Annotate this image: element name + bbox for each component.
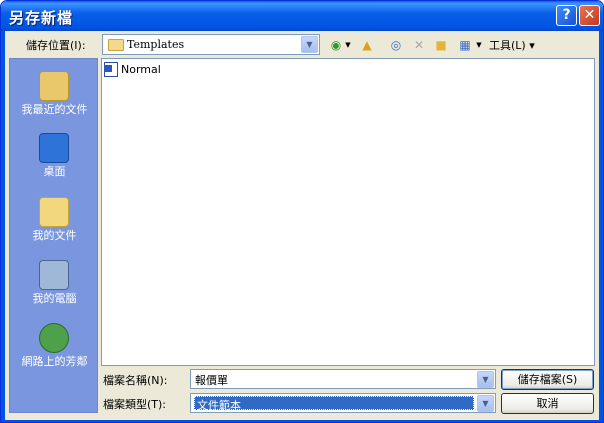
views-icon[interactable]: ▦ bbox=[456, 36, 474, 54]
filename-value: 報價單 bbox=[195, 374, 228, 387]
save-as-dialog: 另存新檔 ? ✕ 儲存位置(I): Templates ▼ ◉ ▼ ▲ ◎ ✕ … bbox=[0, 0, 604, 423]
file-name: Normal bbox=[121, 63, 161, 76]
new-folder-icon[interactable]: ■ bbox=[432, 36, 450, 54]
place-recent[interactable]: 我最近的文件 bbox=[10, 63, 99, 125]
place-network[interactable]: 網路上的芳鄰 bbox=[10, 315, 99, 377]
desktop-icon bbox=[39, 133, 69, 163]
place-my-computer[interactable]: 我的電腦 bbox=[10, 252, 99, 314]
save-button[interactable]: 儲存檔案(S) bbox=[501, 369, 594, 390]
filetype-label: 檔案類型(T): bbox=[103, 398, 167, 411]
place-network-label: 網路上的芳鄰 bbox=[21, 355, 88, 368]
views-dropdown-icon[interactable]: ▼ bbox=[475, 36, 483, 54]
filetype-select[interactable]: 文件範本 ▼ bbox=[190, 393, 496, 413]
delete-icon[interactable]: ✕ bbox=[410, 36, 428, 54]
window-frame-right bbox=[599, 31, 603, 422]
search-web-icon[interactable]: ◎ bbox=[387, 36, 405, 54]
places-bar: 我最近的文件 桌面 我的文件 我的電腦 網路上的芳鄰 bbox=[9, 58, 98, 413]
save-in-combo[interactable]: Templates ▼ bbox=[102, 34, 320, 55]
back-icon[interactable]: ◉ bbox=[327, 36, 345, 54]
word-document-icon bbox=[104, 62, 118, 77]
my-documents-icon bbox=[39, 197, 69, 227]
tools-menu[interactable]: 工具(L) ▾ bbox=[489, 37, 535, 53]
chevron-down-icon[interactable]: ▼ bbox=[477, 395, 494, 412]
tools-label: 工具(L) bbox=[489, 39, 526, 52]
place-desktop-label: 桌面 bbox=[43, 165, 66, 178]
save-in-label: 儲存位置(I): bbox=[26, 39, 86, 52]
folder-icon bbox=[108, 39, 124, 51]
place-recent-label: 我最近的文件 bbox=[21, 103, 88, 116]
place-my-documents[interactable]: 我的文件 bbox=[10, 189, 99, 251]
title-bar[interactable]: 另存新檔 ? ✕ bbox=[1, 1, 603, 31]
window-frame-left bbox=[1, 31, 5, 422]
chevron-down-icon[interactable]: ▼ bbox=[477, 371, 494, 388]
chevron-down-icon[interactable]: ▼ bbox=[301, 36, 318, 53]
place-desktop[interactable]: 桌面 bbox=[10, 125, 99, 187]
filename-label: 檔案名稱(N): bbox=[103, 374, 168, 387]
close-button[interactable]: ✕ bbox=[579, 5, 600, 26]
network-places-icon bbox=[39, 323, 69, 353]
file-list[interactable]: Normal bbox=[101, 58, 595, 366]
place-my-documents-label: 我的文件 bbox=[32, 229, 77, 242]
filename-field[interactable]: 報價單 ▼ bbox=[190, 369, 496, 389]
back-dropdown-icon[interactable]: ▼ bbox=[344, 36, 352, 54]
window-title: 另存新檔 bbox=[9, 9, 74, 27]
cancel-button[interactable]: 取消 bbox=[501, 393, 594, 414]
recent-documents-icon bbox=[39, 71, 69, 101]
help-button[interactable]: ? bbox=[556, 5, 577, 26]
up-folder-icon[interactable]: ▲ bbox=[358, 36, 376, 54]
filetype-value: 文件範本 bbox=[194, 396, 474, 412]
place-my-computer-label: 我的電腦 bbox=[32, 292, 77, 305]
my-computer-icon bbox=[39, 260, 69, 290]
save-in-value: Templates bbox=[127, 38, 185, 51]
